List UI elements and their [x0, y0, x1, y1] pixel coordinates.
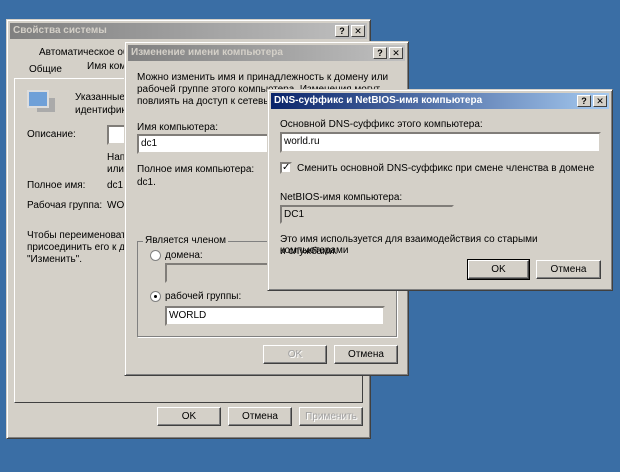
description-label: Описание:: [27, 129, 76, 140]
hint-text: Нап: [107, 152, 126, 163]
domain-radio[interactable]: [150, 250, 161, 261]
rename-text: Чтобы переименовать: [27, 230, 131, 241]
title-bar[interactable]: DNS-суффикс и NetBIOS-имя компьютера ? ✕: [271, 93, 609, 109]
close-button[interactable]: ✕: [593, 95, 607, 107]
tab-computer-name[interactable]: Имя ком: [87, 61, 126, 72]
ok-button[interactable]: OK: [263, 345, 327, 364]
workgroup-radio[interactable]: [150, 291, 161, 302]
help-button[interactable]: ?: [335, 25, 349, 37]
full-name-value: dc1.: [137, 177, 156, 188]
workgroup-input[interactable]: WORLD: [165, 306, 385, 326]
dns-suffix-dialog: DNS-суффикс и NetBIOS-имя компьютера ? ✕…: [267, 89, 613, 291]
help-button[interactable]: ?: [373, 47, 387, 59]
netbios-label: NetBIOS-имя компьютера:: [280, 192, 403, 203]
full-name-label: Полное имя:: [27, 180, 86, 191]
tab-general[interactable]: Общие: [29, 64, 62, 75]
change-suffix-checkbox[interactable]: ✓: [280, 162, 292, 174]
apply-button[interactable]: Применить: [299, 407, 363, 426]
full-name-label: Полное имя компьютера:: [137, 164, 255, 175]
window-title: Свойства системы: [13, 25, 107, 36]
rename-text: "Изменить".: [27, 254, 82, 265]
window-title: DNS-суффикс и NetBIOS-имя компьютера: [274, 95, 483, 106]
cancel-button[interactable]: Отмена: [228, 407, 292, 426]
title-bar[interactable]: Свойства системы ? ✕: [10, 23, 367, 39]
note-text: и службами.: [280, 246, 338, 257]
close-button[interactable]: ✕: [351, 25, 365, 37]
ok-button[interactable]: OK: [157, 407, 221, 426]
ok-button[interactable]: OK: [467, 259, 530, 280]
workgroup-label: Рабочая группа:: [27, 200, 103, 211]
cancel-button[interactable]: Отмена: [334, 345, 398, 364]
hint-text: или: [107, 164, 125, 175]
computer-icon: [27, 90, 49, 108]
workgroup-label[interactable]: рабочей группы:: [165, 291, 241, 302]
help-button[interactable]: ?: [577, 95, 591, 107]
dns-suffix-label: Основной DNS-суффикс этого компьютера:: [280, 119, 483, 130]
close-button[interactable]: ✕: [389, 47, 403, 59]
computer-name-label: Имя компьютера:: [137, 122, 219, 133]
tab-auto[interactable]: Автоматическое об: [39, 47, 129, 58]
intro-text: Можно изменить имя и принадлежность к до…: [137, 72, 389, 83]
window-title: Изменение имени компьютера: [131, 47, 283, 58]
title-bar[interactable]: Изменение имени компьютера ? ✕: [128, 45, 405, 61]
dns-suffix-input[interactable]: world.ru: [280, 132, 601, 153]
cancel-button[interactable]: Отмена: [536, 260, 601, 279]
domain-label[interactable]: домена:: [165, 250, 203, 261]
info-text: Указанные: [75, 92, 125, 103]
netbios-input: DC1: [280, 205, 454, 224]
intro-text: повлиять на доступ к сетевы: [137, 96, 271, 107]
change-suffix-label[interactable]: Сменить основной DNS-суффикс при смене ч…: [297, 163, 601, 174]
rename-text: присоединить его к дс: [27, 242, 130, 253]
member-of-label: Является членом: [143, 235, 229, 246]
